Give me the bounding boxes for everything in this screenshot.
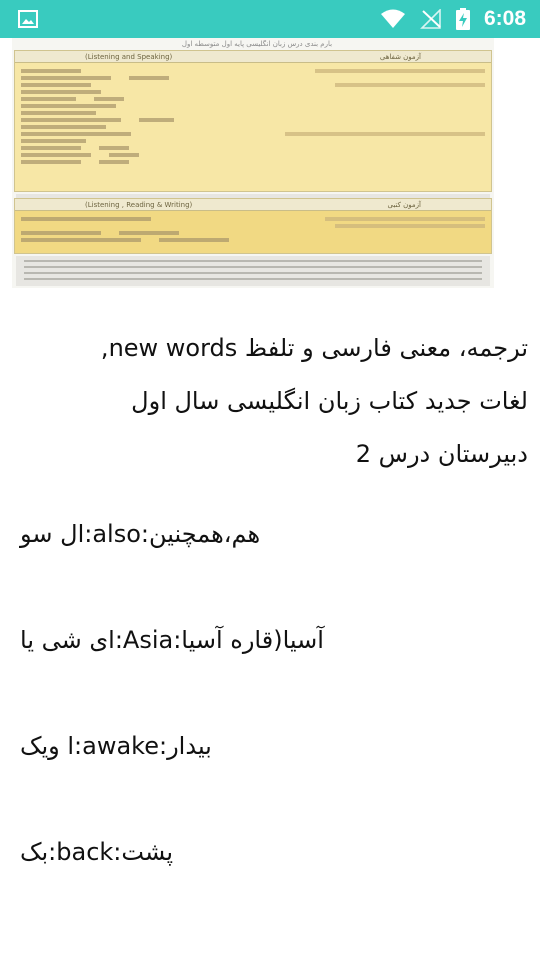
word-entry-text: پشت:back:بک xyxy=(20,838,174,866)
article-title-line: دبیرستان درس 2 xyxy=(355,440,528,468)
word-entry: هم،همچنین:also:ال سو xyxy=(20,481,528,551)
image-icon xyxy=(18,10,38,28)
status-time: 6:08 xyxy=(483,7,526,30)
oral-panel-title: (Listening and Speaking) xyxy=(85,52,173,61)
article-title-line: لغات جدید کتاب زبان انگلیسی سال اول xyxy=(131,387,528,415)
word-entry: آسیا(قاره آسیا:Asia:ای شی یا xyxy=(20,551,528,657)
battery-charging-icon xyxy=(455,8,470,30)
word-entry: پشت:back:بک xyxy=(20,763,528,869)
oral-exam-panel: (Listening and Speaking) آزمون شفاهی xyxy=(14,50,492,192)
word-entry-text: آسیا(قاره آسیا:Asia:ای شی یا xyxy=(20,626,324,654)
article-title-line: ترجمه، معنی فارسی و تلفظ new words, xyxy=(100,334,528,362)
word-entry-text: هم،همچنین:also:ال سو xyxy=(20,520,261,548)
written-notes xyxy=(16,256,490,286)
status-bar: 6:08 xyxy=(0,0,540,38)
written-exam-panel: (Listening , Reading & Writing) آزمون کت… xyxy=(14,198,492,254)
image-caption: بارم بندی درس زبان انگلیسی پایه اول متوس… xyxy=(181,40,333,48)
written-panel-title: (Listening , Reading & Writing) xyxy=(85,200,193,209)
article-image: بارم بندی درس زبان انگلیسی پایه اول متوس… xyxy=(12,38,494,288)
wifi-icon xyxy=(380,9,406,29)
written-panel-subtitle: آزمون کتبی xyxy=(387,200,421,209)
word-entry-text: بیدار:awake:ا ویک xyxy=(20,732,212,760)
no-signal-icon xyxy=(420,9,442,29)
article-content: ترجمه، معنی فارسی و تلفظ new words, لغات… xyxy=(20,322,528,869)
word-entry: بیدار:awake:ا ویک xyxy=(20,657,528,763)
oral-panel-subtitle: آزمون شفاهی xyxy=(379,52,421,61)
